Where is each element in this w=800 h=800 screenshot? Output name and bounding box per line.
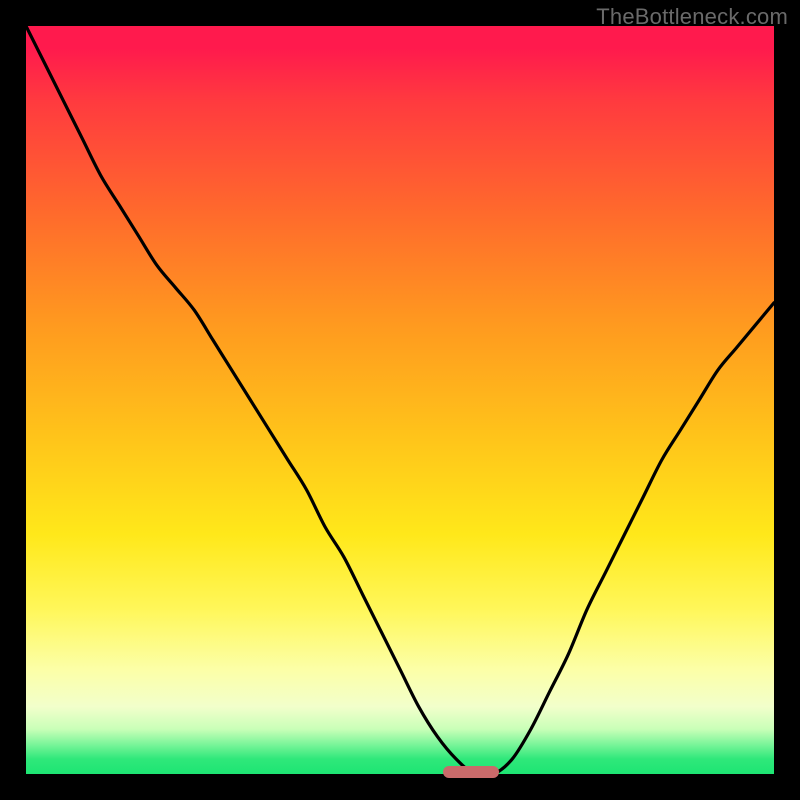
chart-frame: TheBottleneck.com <box>0 0 800 800</box>
watermark-text: TheBottleneck.com <box>596 4 788 30</box>
optimal-marker <box>443 766 499 778</box>
plot-area <box>26 26 774 774</box>
bottleneck-curve <box>26 26 774 774</box>
